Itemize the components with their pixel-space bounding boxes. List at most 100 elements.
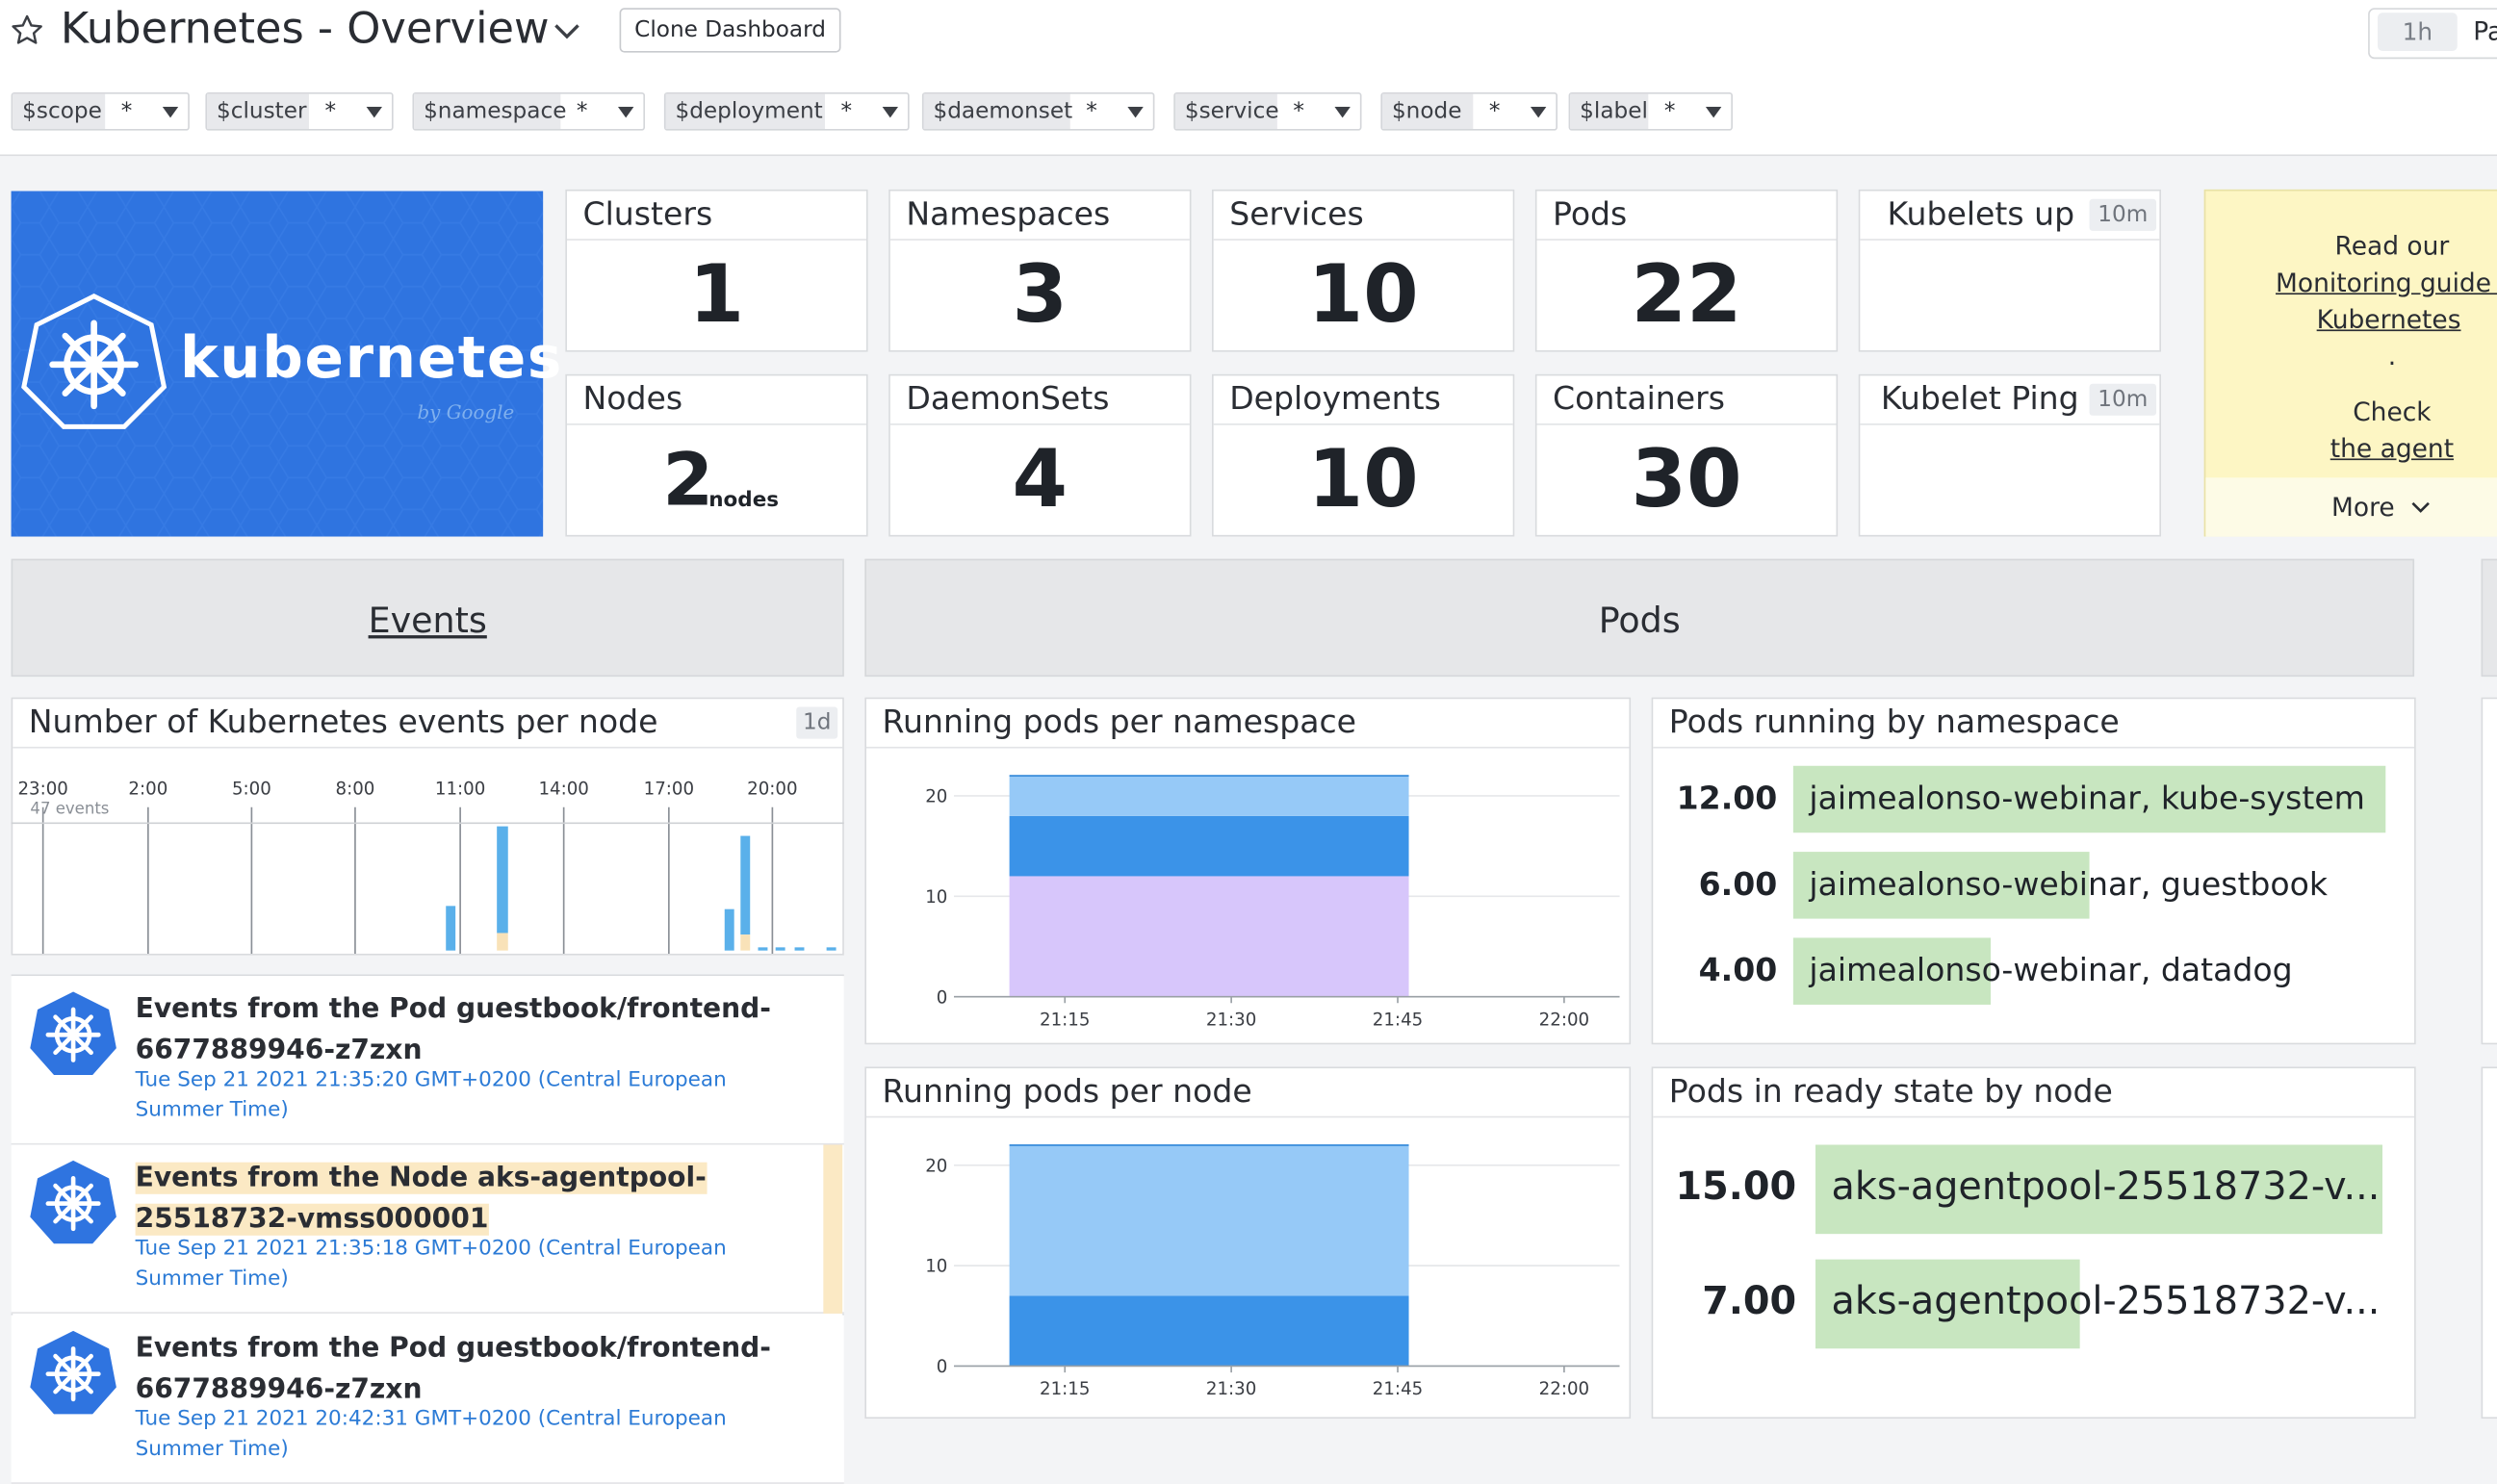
toplist-row[interactable]: 6.00 jaimealonso-webinar, guestbook [1653,852,2417,919]
template-variable-name: $node [1382,93,1474,130]
template-variable-value[interactable]: * [1664,94,1676,129]
dropdown-caret-icon[interactable] [882,106,899,118]
more-toggle[interactable]: More [2205,477,2497,537]
template-variable-selector[interactable]: $daemonset * [921,91,1155,131]
daemonsets-tile: DaemonSets 4 [888,373,1192,537]
toplist-row[interactable]: 15.00 aks-agentpool-25518732-v... [1653,1144,2417,1235]
widget-title: Pods running by namespace [1668,702,2120,741]
event-timestamp: Tue Sep 21 2021 21:35:20 GMT+0200 (Centr… [135,1068,727,1123]
area-series[interactable] [1009,815,1409,877]
template-variable-selector[interactable]: $label * [1568,91,1733,131]
star-icon[interactable] [10,13,44,47]
event-item[interactable]: Events from the Pod guestbook/frontend-6… [11,976,844,1145]
dropdown-caret-icon[interactable] [366,106,383,118]
template-variable-selector[interactable]: $node * [1380,91,1558,131]
x-tick-label: 21:15 [1040,1379,1090,1399]
more-label[interactable]: More [2331,492,2395,522]
dropdown-caret-icon[interactable] [617,106,634,118]
template-variable-value[interactable]: * [1086,94,1097,129]
template-variable-selector[interactable]: $cluster * [205,91,394,131]
event-bar [758,947,768,951]
template-variable-value[interactable]: * [841,94,853,129]
events-section-link[interactable]: Events [13,601,842,641]
toplist-value: 4.00 [1698,950,1778,989]
chevron-down-icon[interactable] [2411,501,2431,514]
toplist-row[interactable]: 4.00 jaimealonso-webinar, datadog [1653,937,2417,1005]
kubelets-up-tile: Kubelets up 10m [1858,189,2162,352]
events-timeline-chart[interactable]: 23:00 2:00 5:00 8:00 11:00 14:00 17:00 20:00 47… [11,747,844,956]
y-tick-label: 20 [925,787,947,807]
template-variable-selector[interactable]: $scope * [11,91,190,131]
clusters-tile: Clusters 1 [565,189,868,352]
x-tick-label: 23:00 [17,780,67,800]
dropdown-caret-icon[interactable] [1334,106,1351,118]
next-section-edge [2481,558,2497,678]
widget-title: Running pods per node [882,1071,1252,1111]
monitoring-guide-link[interactable]: Monitoring guide f [2204,265,2497,301]
template-variable-selector[interactable]: $service * [1173,91,1362,131]
tile-title: Services [1229,193,1364,233]
pods-tile: Pods 22 [1534,189,1839,352]
daemonsets-count: 4 [1012,432,1068,525]
template-variable-selector[interactable]: $deployment * [663,91,910,131]
services-count: 10 [1307,248,1419,342]
x-tick-label: 21:15 [1040,1010,1090,1030]
event-bar [497,826,508,934]
template-variable-name: $namespace [414,93,566,130]
pods-section-title: Pods [1598,601,1681,642]
pause-button-label[interactable]: Pa [2473,16,2497,46]
y-tick-label: 10 [925,887,947,908]
agent-link[interactable]: the agent [2204,430,2497,467]
running-pods-node-chart[interactable]: 0 10 20 21:15 21:30 21:45 22:00 [864,1117,1631,1419]
running-pods-namespace-chart[interactable]: 0 10 20 21:15 21:30 21:45 22:00 [864,749,1631,1045]
event-title[interactable]: Events from the Node aks-agentpool-25518… [135,1158,805,1241]
note-dot: . [2387,341,2397,371]
dropdown-caret-icon[interactable] [1530,106,1547,118]
event-bar [826,947,837,951]
template-variable-value[interactable]: * [1293,94,1304,129]
template-variable-value[interactable]: * [121,94,133,129]
dropdown-caret-icon[interactable] [1705,106,1722,118]
area-series[interactable] [1009,1295,1409,1367]
time-range-badge[interactable]: 1h [2378,13,2458,51]
namespaces-tile: Namespaces 3 [888,189,1192,352]
event-title[interactable]: Events from the Pod guestbook/frontend-6… [136,1328,805,1411]
event-title-text[interactable]: Events from the Node aks-agentpool-25518… [135,1162,707,1236]
event-item[interactable]: Events from the Pod guestbook/frontend-6… [11,1315,844,1484]
event-bar [740,835,751,935]
event-bar [794,947,805,951]
tile-title: Clusters [582,193,713,233]
event-title-text[interactable]: Events from the Pod guestbook/frontend-6… [136,1333,771,1406]
event-count-label: 47 events [30,799,109,817]
toplist-value: 15.00 [1675,1164,1797,1209]
x-tick-label: 22:00 [1539,1379,1589,1399]
kubernetes-helm-icon [21,293,167,429]
chevron-down-icon[interactable] [551,19,582,41]
time-badge: 10m [2089,198,2157,231]
kubernetes-link[interactable]: Kubernetes [2201,301,2497,338]
y-tick-label: 10 [925,1257,947,1277]
toplist-row[interactable]: 7.00 aks-agentpool-25518732-v... [1653,1259,2417,1349]
event-title[interactable]: Events from the Pod guestbook/frontend-6… [136,988,805,1071]
pods-by-namespace-widget: Pods running by namespace 12.00 jaimealon… [1651,697,2417,1045]
kubelet-ping-tile: Kubelet Ping 10m [1858,373,2162,537]
template-variable-value[interactable]: * [577,94,588,129]
widget-title: Running pods per namespace [882,702,1357,741]
clone-dashboard-button[interactable]: Clone Dashboard [619,8,841,53]
template-variable-value[interactable]: * [1489,94,1501,129]
containers-count: 30 [1631,432,1742,525]
template-variable-value[interactable]: * [324,94,336,129]
area-series[interactable] [1009,776,1409,816]
dropdown-caret-icon[interactable] [162,106,179,118]
event-item[interactable]: Events from the Node aks-agentpool-25518… [11,1144,844,1314]
event-title-text[interactable]: Events from the Pod guestbook/frontend-6… [136,993,771,1066]
toplist-row[interactable]: 12.00 jaimealonso-webinar, kube-system [1653,765,2417,833]
template-variable-selector[interactable]: $namespace * [412,91,646,131]
dropdown-caret-icon[interactable] [1127,106,1144,118]
x-tick-label: 2:00 [128,780,167,800]
x-tick-label: 11:00 [435,780,485,800]
area-series[interactable] [1009,876,1409,997]
area-series[interactable] [1009,1144,1409,1296]
x-tick-label: 22:00 [1539,1010,1589,1030]
nodes-tile: Nodes 2 nodes [565,373,868,537]
